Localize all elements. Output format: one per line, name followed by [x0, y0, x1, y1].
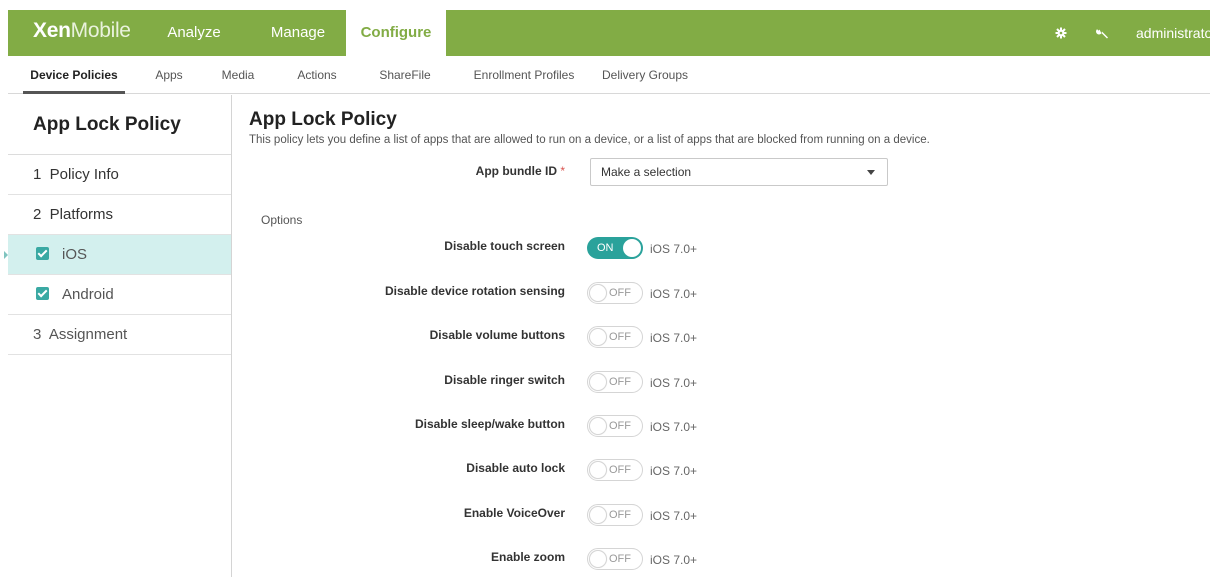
- required-marker: *: [560, 164, 565, 178]
- page-description: This policy lets you define a list of ap…: [249, 134, 930, 146]
- toggle-disable-ringer-switch[interactable]: OFF: [587, 371, 643, 393]
- toggle-disable-touch-screen[interactable]: ON: [587, 237, 643, 259]
- page-title: App Lock Policy: [249, 109, 397, 130]
- option-version: iOS 7.0+: [650, 464, 698, 478]
- platform-android-label: Android: [62, 286, 114, 303]
- step-assignment[interactable]: 3 Assignment: [8, 315, 231, 355]
- app-bundle-id-value: Make a selection: [601, 165, 692, 179]
- option-label: Disable auto lock: [466, 461, 565, 475]
- platform-android[interactable]: Android: [8, 275, 231, 315]
- toggle-disable-sleep-wake[interactable]: OFF: [587, 415, 643, 437]
- option-label: Disable touch screen: [444, 239, 565, 253]
- top-right-controls: administrator: [1052, 10, 1210, 56]
- subtab-enrollment-profiles[interactable]: Enrollment Profiles: [464, 56, 584, 94]
- gear-icon[interactable]: [1052, 24, 1070, 42]
- option-version: iOS 7.0+: [650, 509, 698, 523]
- options-heading: Options: [261, 213, 303, 227]
- toggle-disable-auto-lock[interactable]: OFF: [587, 459, 643, 481]
- configure-subnav: Device Policies Apps Media Actions Share…: [8, 56, 1210, 94]
- app-bundle-id-select[interactable]: Make a selection: [590, 158, 888, 186]
- option-version: iOS 7.0+: [650, 376, 698, 390]
- app-bundle-id-label: App bundle ID *: [475, 164, 565, 178]
- option-label: Enable zoom: [490, 550, 565, 564]
- chevron-down-icon: [867, 170, 875, 175]
- option-version: iOS 7.0+: [650, 242, 698, 256]
- option-version: iOS 7.0+: [650, 420, 698, 434]
- platform-ios-label: iOS: [62, 246, 88, 263]
- option-version: iOS 7.0+: [650, 287, 698, 301]
- nav-tab-manage[interactable]: Manage: [253, 10, 343, 56]
- toggle-enable-zoom[interactable]: OFF: [587, 548, 643, 570]
- policy-form: App Lock Policy This policy lets you def…: [233, 95, 1210, 577]
- option-label: Disable sleep/wake button: [414, 417, 565, 431]
- option-label: Disable device rotation sensing: [384, 284, 565, 298]
- option-version: iOS 7.0+: [650, 331, 698, 345]
- option-label: Enable VoiceOver: [463, 506, 565, 520]
- policy-steps-sidebar: App Lock Policy 1 Policy Info 2 Platform…: [4, 95, 232, 577]
- platform-ios[interactable]: iOS: [4, 235, 231, 275]
- sidebar-title: App Lock Policy: [8, 95, 231, 155]
- subtab-apps[interactable]: Apps: [149, 56, 189, 94]
- xenmobile-logo[interactable]: XenMobile: [33, 19, 131, 43]
- top-nav-bar: XenMobile Analyze Manage Configure admin…: [8, 10, 1210, 56]
- subtab-actions[interactable]: Actions: [292, 56, 342, 94]
- subtab-delivery-groups[interactable]: Delivery Groups: [595, 56, 695, 94]
- android-checkbox[interactable]: [36, 287, 49, 300]
- step-policy-info[interactable]: 1 Policy Info: [8, 155, 231, 195]
- nav-tab-configure[interactable]: Configure: [346, 10, 446, 56]
- toggle-enable-voiceover[interactable]: OFF: [587, 504, 643, 526]
- option-version: iOS 7.0+: [650, 553, 698, 567]
- user-menu[interactable]: administrator: [1136, 25, 1210, 41]
- option-label: Disable volume buttons: [429, 328, 565, 342]
- subtab-sharefile[interactable]: ShareFile: [374, 56, 436, 94]
- toggle-disable-volume-buttons[interactable]: OFF: [587, 326, 643, 348]
- nav-tab-analyze[interactable]: Analyze: [150, 10, 238, 56]
- subtab-device-policies[interactable]: Device Policies: [23, 56, 125, 94]
- subtab-media[interactable]: Media: [215, 56, 261, 94]
- ios-checkbox[interactable]: [36, 247, 49, 260]
- toggle-disable-device-rotation[interactable]: OFF: [587, 282, 643, 304]
- wrench-icon[interactable]: [1094, 24, 1112, 42]
- step-platforms[interactable]: 2 Platforms: [8, 195, 231, 235]
- option-label: Disable ringer switch: [444, 373, 565, 387]
